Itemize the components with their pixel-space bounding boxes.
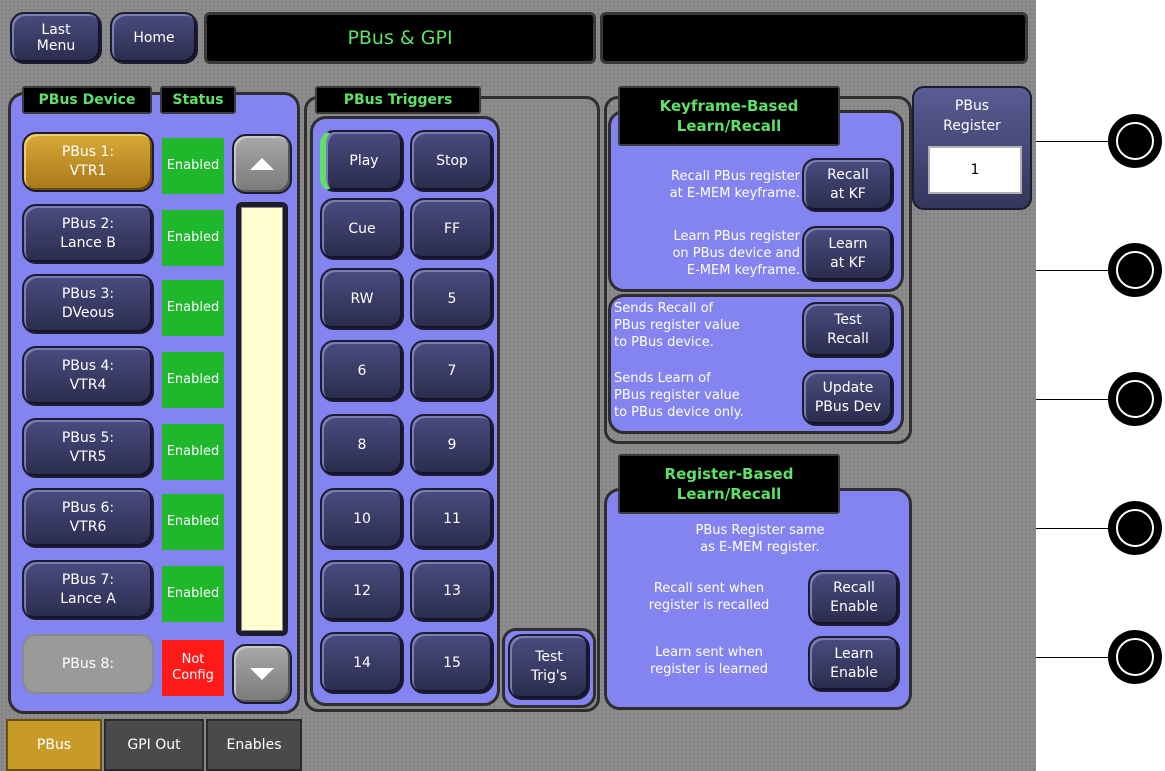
trigger-button-12[interactable]: 12 — [320, 560, 404, 622]
scroll-up-button[interactable] — [232, 134, 292, 194]
trigger-button-cue[interactable]: Cue — [320, 198, 404, 260]
test-triggers-button[interactable]: Test Trig's — [508, 634, 590, 700]
keyframe-title: Keyframe-Based Learn/Recall — [618, 86, 840, 146]
trigger-button-rw[interactable]: RW — [320, 268, 404, 330]
trigger-button-9[interactable]: 9 — [410, 414, 494, 476]
trigger-button-14[interactable]: 14 — [320, 632, 404, 694]
home-button[interactable]: Home — [110, 12, 198, 64]
recall-sent-description: Recall sent when register is recalled — [648, 581, 770, 613]
register-based-title: Register-Based Learn/Recall — [618, 454, 840, 514]
pbus-triggers-label: PBus Triggers — [315, 86, 481, 114]
learn-kf-description: Learn PBus register on PBus device and E… — [672, 229, 800, 278]
trigger-button-stop[interactable]: Stop — [410, 130, 494, 192]
learn-sent-description: Learn sent when register is learned — [650, 645, 768, 677]
trigger-button-15[interactable]: 15 — [410, 632, 494, 694]
learn-at-kf-button[interactable]: Learn at KF — [802, 226, 894, 282]
recall-kf-description: Recall PBus register at E-MEM keyframe. — [669, 169, 800, 201]
device-status-3: Enabled — [162, 280, 224, 336]
pbus-register-label: PBus Register — [943, 98, 1001, 134]
pbus-device-button-7[interactable]: PBus 7: Lance A — [22, 560, 154, 620]
secondary-title-bar — [600, 12, 1028, 64]
recall-at-kf-button[interactable]: Recall at KF — [802, 158, 894, 212]
scrollbar-track[interactable] — [236, 202, 288, 636]
trigger-button-10[interactable]: 10 — [320, 488, 404, 550]
status-label: Status — [160, 86, 236, 114]
knob-line-5 — [1036, 657, 1116, 658]
pbus-device-button-4[interactable]: PBus 4: VTR4 — [22, 346, 154, 406]
learn-enable-button[interactable]: Learn Enable — [808, 636, 900, 692]
knob-1-icon[interactable] — [1108, 114, 1162, 168]
pbus-device-button-5[interactable]: PBus 5: VTR5 — [22, 418, 154, 478]
knob-4-icon[interactable] — [1108, 501, 1162, 555]
pbus-register-panel: PBus Register 1 — [912, 86, 1032, 210]
test-recall-description: Sends Recall of PBus register value to P… — [614, 301, 740, 350]
page-title: PBus & GPI — [204, 12, 596, 64]
pbus-device-label: PBus Device — [22, 86, 152, 114]
device-status-4: Enabled — [162, 352, 224, 408]
last-menu-button[interactable]: Last Menu — [10, 12, 102, 64]
pbus-device-button-8[interactable]: PBus 8: — [22, 634, 154, 694]
trigger-button-ff[interactable]: FF — [410, 198, 494, 260]
trigger-button-play[interactable]: Play — [320, 130, 404, 192]
knob-line-1 — [1036, 141, 1116, 142]
pbus-device-button-2[interactable]: PBus 2: Lance B — [22, 204, 154, 264]
register-same-description: PBus Register same as E-MEM register. — [695, 523, 825, 555]
update-pbus-dev-button[interactable]: Update PBus Dev — [802, 370, 894, 426]
touch-screen: Last Menu Home PBus & GPI PBus Device St… — [0, 0, 1036, 771]
tab-enables[interactable]: Enables — [206, 719, 302, 771]
test-recall-button[interactable]: Test Recall — [802, 302, 894, 358]
pbus-device-button-3[interactable]: PBus 3: DVeous — [22, 274, 154, 334]
knob-line-4 — [1036, 528, 1116, 529]
trigger-button-5[interactable]: 5 — [410, 268, 494, 330]
knob-3-icon[interactable] — [1108, 372, 1162, 426]
scroll-down-button[interactable] — [232, 644, 292, 704]
knob-2-icon[interactable] — [1108, 243, 1162, 297]
recall-enable-button[interactable]: Recall Enable — [808, 570, 900, 626]
tab-pbus[interactable]: PBus — [6, 719, 102, 771]
knob-line-2 — [1036, 270, 1116, 271]
device-status-8: Not Config — [162, 640, 224, 696]
update-description: Sends Learn of PBus register value to PB… — [614, 371, 744, 420]
trigger-button-6[interactable]: 6 — [320, 340, 404, 402]
device-status-7: Enabled — [162, 566, 224, 622]
device-status-2: Enabled — [162, 210, 224, 266]
device-status-1: Enabled — [162, 138, 224, 194]
arrow-up-icon — [250, 158, 274, 170]
device-status-5: Enabled — [162, 424, 224, 480]
trigger-button-11[interactable]: 11 — [410, 488, 494, 550]
tab-gpi-out[interactable]: GPI Out — [104, 719, 204, 771]
pbus-register-value[interactable]: 1 — [928, 146, 1022, 194]
pbus-device-button-6[interactable]: PBus 6: VTR6 — [22, 488, 154, 548]
knob-5-icon[interactable] — [1108, 630, 1162, 684]
device-status-6: Enabled — [162, 494, 224, 550]
pbus-device-button-1[interactable]: PBus 1: VTR1 — [22, 132, 154, 192]
knob-line-3 — [1036, 399, 1116, 400]
trigger-button-8[interactable]: 8 — [320, 414, 404, 476]
arrow-down-icon — [250, 668, 274, 680]
trigger-button-13[interactable]: 13 — [410, 560, 494, 622]
trigger-button-7[interactable]: 7 — [410, 340, 494, 402]
scrollbar-thumb[interactable] — [241, 207, 283, 631]
